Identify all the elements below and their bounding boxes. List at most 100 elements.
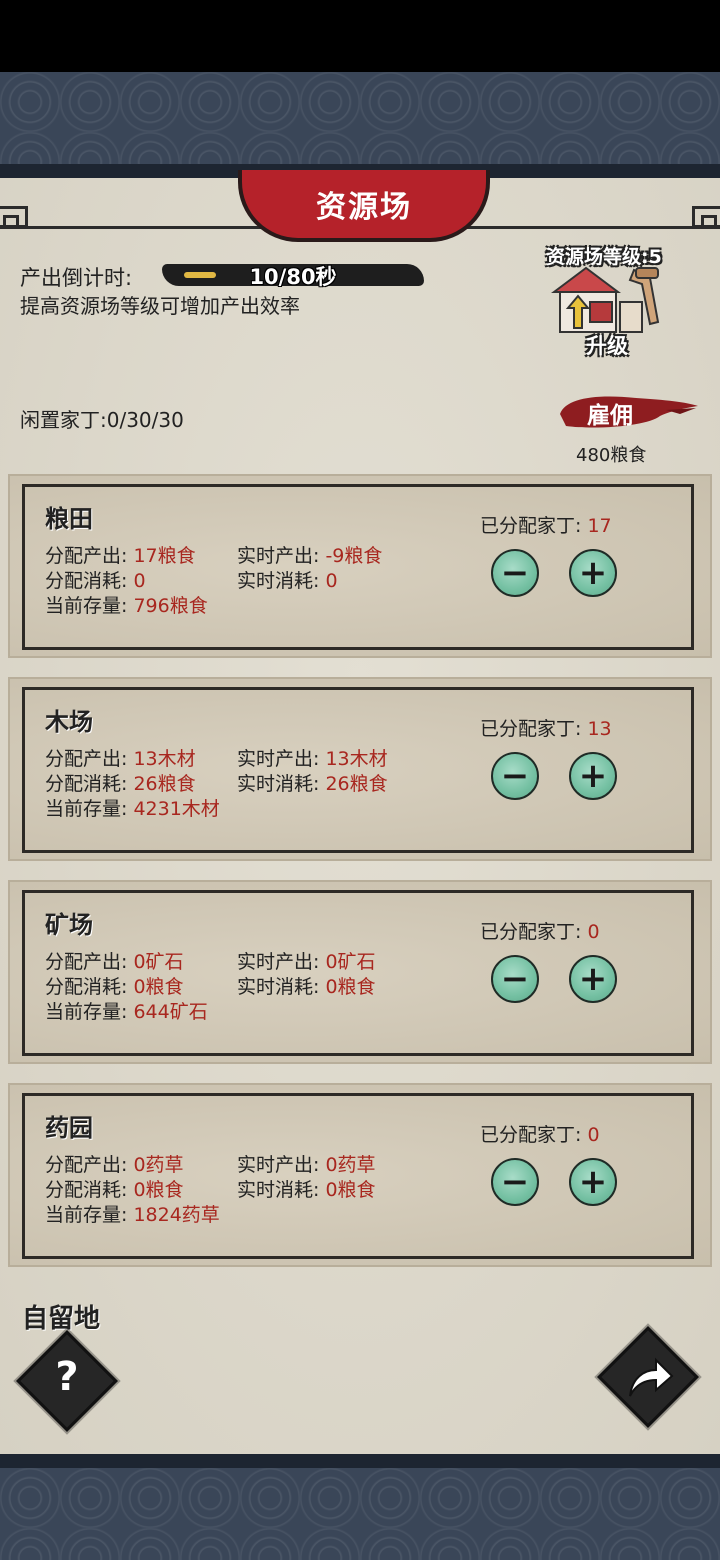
real-consume: 实时消耗: 0 [237, 566, 338, 593]
alloc-consume-value: 0 [133, 570, 146, 592]
stock-label: 当前存量: [45, 595, 128, 617]
increase-workers-button[interactable]: + [569, 549, 617, 597]
plus-icon: + [578, 553, 608, 593]
alloc-consume: 分配消耗: 0粮食 [45, 972, 184, 999]
assigned-label: 已分配家丁: [480, 718, 582, 740]
alloc-output: 分配产出: 13木材 [45, 744, 196, 771]
countdown-label: 产出倒计时: [20, 266, 133, 290]
real-consume-value: 0 [325, 570, 338, 592]
alloc-consume: 分配消耗: 26粮食 [45, 769, 196, 796]
real-consume-label: 实时消耗: [237, 1179, 320, 1201]
real-consume: 实时消耗: 26粮食 [237, 769, 388, 796]
hire-button[interactable]: 雇佣 [556, 392, 700, 432]
question-icon: ? [55, 1354, 79, 1400]
stock-label: 当前存量: [45, 1204, 128, 1226]
real-output: 实时产出: -9粮食 [237, 541, 382, 568]
stock-value: 4231木材 [133, 798, 220, 820]
self-land-label[interactable]: 自留地 [22, 1298, 100, 1335]
frame-corner-left [0, 206, 28, 229]
plus-icon: + [578, 959, 608, 999]
alloc-output: 分配产出: 0矿石 [45, 947, 184, 974]
decrease-workers-button[interactable]: − [491, 752, 539, 800]
alloc-output-value: 0矿石 [133, 951, 184, 973]
current-stock: 当前存量: 644矿石 [45, 997, 208, 1024]
alloc-output-label: 分配产出: [45, 1154, 128, 1176]
alloc-consume-label: 分配消耗: [45, 976, 128, 998]
stock-label: 当前存量: [45, 1001, 128, 1023]
decrease-workers-button[interactable]: − [491, 955, 539, 1003]
top-pattern-band [0, 72, 720, 164]
real-output-value: 0矿石 [325, 951, 376, 973]
real-consume-value: 0粮食 [325, 976, 376, 998]
minus-icon: − [500, 756, 530, 796]
real-output-label: 实时产出: [237, 1154, 320, 1176]
card-frame: 药园 分配产出: 0药草 实时产出: 0药草 分配消耗: 0粮食 实时消耗: 0… [22, 1093, 694, 1259]
stock-value: 644矿石 [133, 1001, 208, 1023]
assigned-value: 0 [587, 921, 600, 943]
alloc-output-label: 分配产出: [45, 748, 128, 770]
bottom-divider [0, 1454, 720, 1468]
resource-card-lumberyard: 木场 分配产出: 13木材 实时产出: 13木材 分配消耗: 26粮食 实时消耗… [8, 677, 712, 861]
card-title: 木场 [45, 708, 93, 736]
assigned-label: 已分配家丁: [480, 921, 582, 943]
real-consume-label: 实时消耗: [237, 976, 320, 998]
alloc-output: 分配产出: 17粮食 [45, 541, 196, 568]
real-output: 实时产出: 0药草 [237, 1150, 376, 1177]
countdown-value: 10/80秒 [249, 265, 337, 289]
frame-corner-right [692, 206, 720, 229]
hire-cost: 480粮食 [576, 445, 647, 466]
alloc-output-label: 分配产出: [45, 951, 128, 973]
current-stock: 当前存量: 1824药草 [45, 1200, 220, 1227]
alloc-consume-label: 分配消耗: [45, 570, 128, 592]
alloc-consume-label: 分配消耗: [45, 773, 128, 795]
increase-workers-button[interactable]: + [569, 752, 617, 800]
current-stock: 当前存量: 796粮食 [45, 591, 208, 618]
alloc-output-value: 13木材 [133, 748, 196, 770]
alloc-output-value: 0药草 [133, 1154, 184, 1176]
real-output-value: 13木材 [325, 748, 388, 770]
title-tab: 资源场 [238, 170, 490, 242]
minus-icon: − [500, 553, 530, 593]
alloc-consume: 分配消耗: 0 [45, 566, 146, 593]
alloc-consume-value: 0粮食 [133, 976, 184, 998]
real-consume-value: 26粮食 [325, 773, 388, 795]
stock-value: 796粮食 [133, 595, 208, 617]
card-title: 药园 [45, 1114, 93, 1142]
share-arrow-icon [629, 1357, 674, 1397]
bottom-pattern-band [0, 1468, 720, 1560]
status-bar [0, 0, 720, 72]
card-frame: 粮田 分配产出: 17粮食 实时产出: -9粮食 分配消耗: 0 实时消耗: 0… [22, 484, 694, 650]
plus-icon: + [578, 1162, 608, 1202]
real-consume-value: 0粮食 [325, 1179, 376, 1201]
real-output-value: -9粮食 [325, 545, 383, 567]
real-consume-label: 实时消耗: [237, 570, 320, 592]
increase-workers-button[interactable]: + [569, 955, 617, 1003]
resource-card-herb-garden: 药园 分配产出: 0药草 实时产出: 0药草 分配消耗: 0粮食 实时消耗: 0… [8, 1083, 712, 1267]
assigned-workers: 已分配家丁: 0 [480, 917, 600, 944]
house-upgrade-icon[interactable] [546, 262, 672, 336]
real-consume-label: 实时消耗: [237, 773, 320, 795]
assigned-value: 17 [587, 515, 612, 537]
alloc-consume-value: 26粮食 [133, 773, 196, 795]
real-output-label: 实时产出: [237, 748, 320, 770]
increase-workers-button[interactable]: + [569, 1158, 617, 1206]
decrease-workers-button[interactable]: − [491, 1158, 539, 1206]
upgrade-button-label[interactable]: 升级 [586, 330, 628, 360]
alloc-output: 分配产出: 0药草 [45, 1150, 184, 1177]
real-output: 实时产出: 0矿石 [237, 947, 376, 974]
stock-value: 1824药草 [133, 1204, 220, 1226]
efficiency-hint: 提高资源场等级可增加产出效率 [20, 294, 300, 318]
page-title: 资源场 [316, 190, 412, 225]
assigned-label: 已分配家丁: [480, 1124, 582, 1146]
assigned-value: 13 [587, 718, 612, 740]
card-frame: 木场 分配产出: 13木材 实时产出: 13木材 分配消耗: 26粮食 实时消耗… [22, 687, 694, 853]
alloc-consume-value: 0粮食 [133, 1179, 184, 1201]
real-output-value: 0药草 [325, 1154, 376, 1176]
real-consume: 实时消耗: 0粮食 [237, 972, 376, 999]
decrease-workers-button[interactable]: − [491, 549, 539, 597]
assigned-workers: 已分配家丁: 13 [480, 714, 612, 741]
alloc-output-label: 分配产出: [45, 545, 128, 567]
hire-button-label: 雇佣 [587, 403, 633, 429]
assigned-workers: 已分配家丁: 0 [480, 1120, 600, 1147]
resource-card-farmland: 粮田 分配产出: 17粮食 实时产出: -9粮食 分配消耗: 0 实时消耗: 0… [8, 474, 712, 658]
